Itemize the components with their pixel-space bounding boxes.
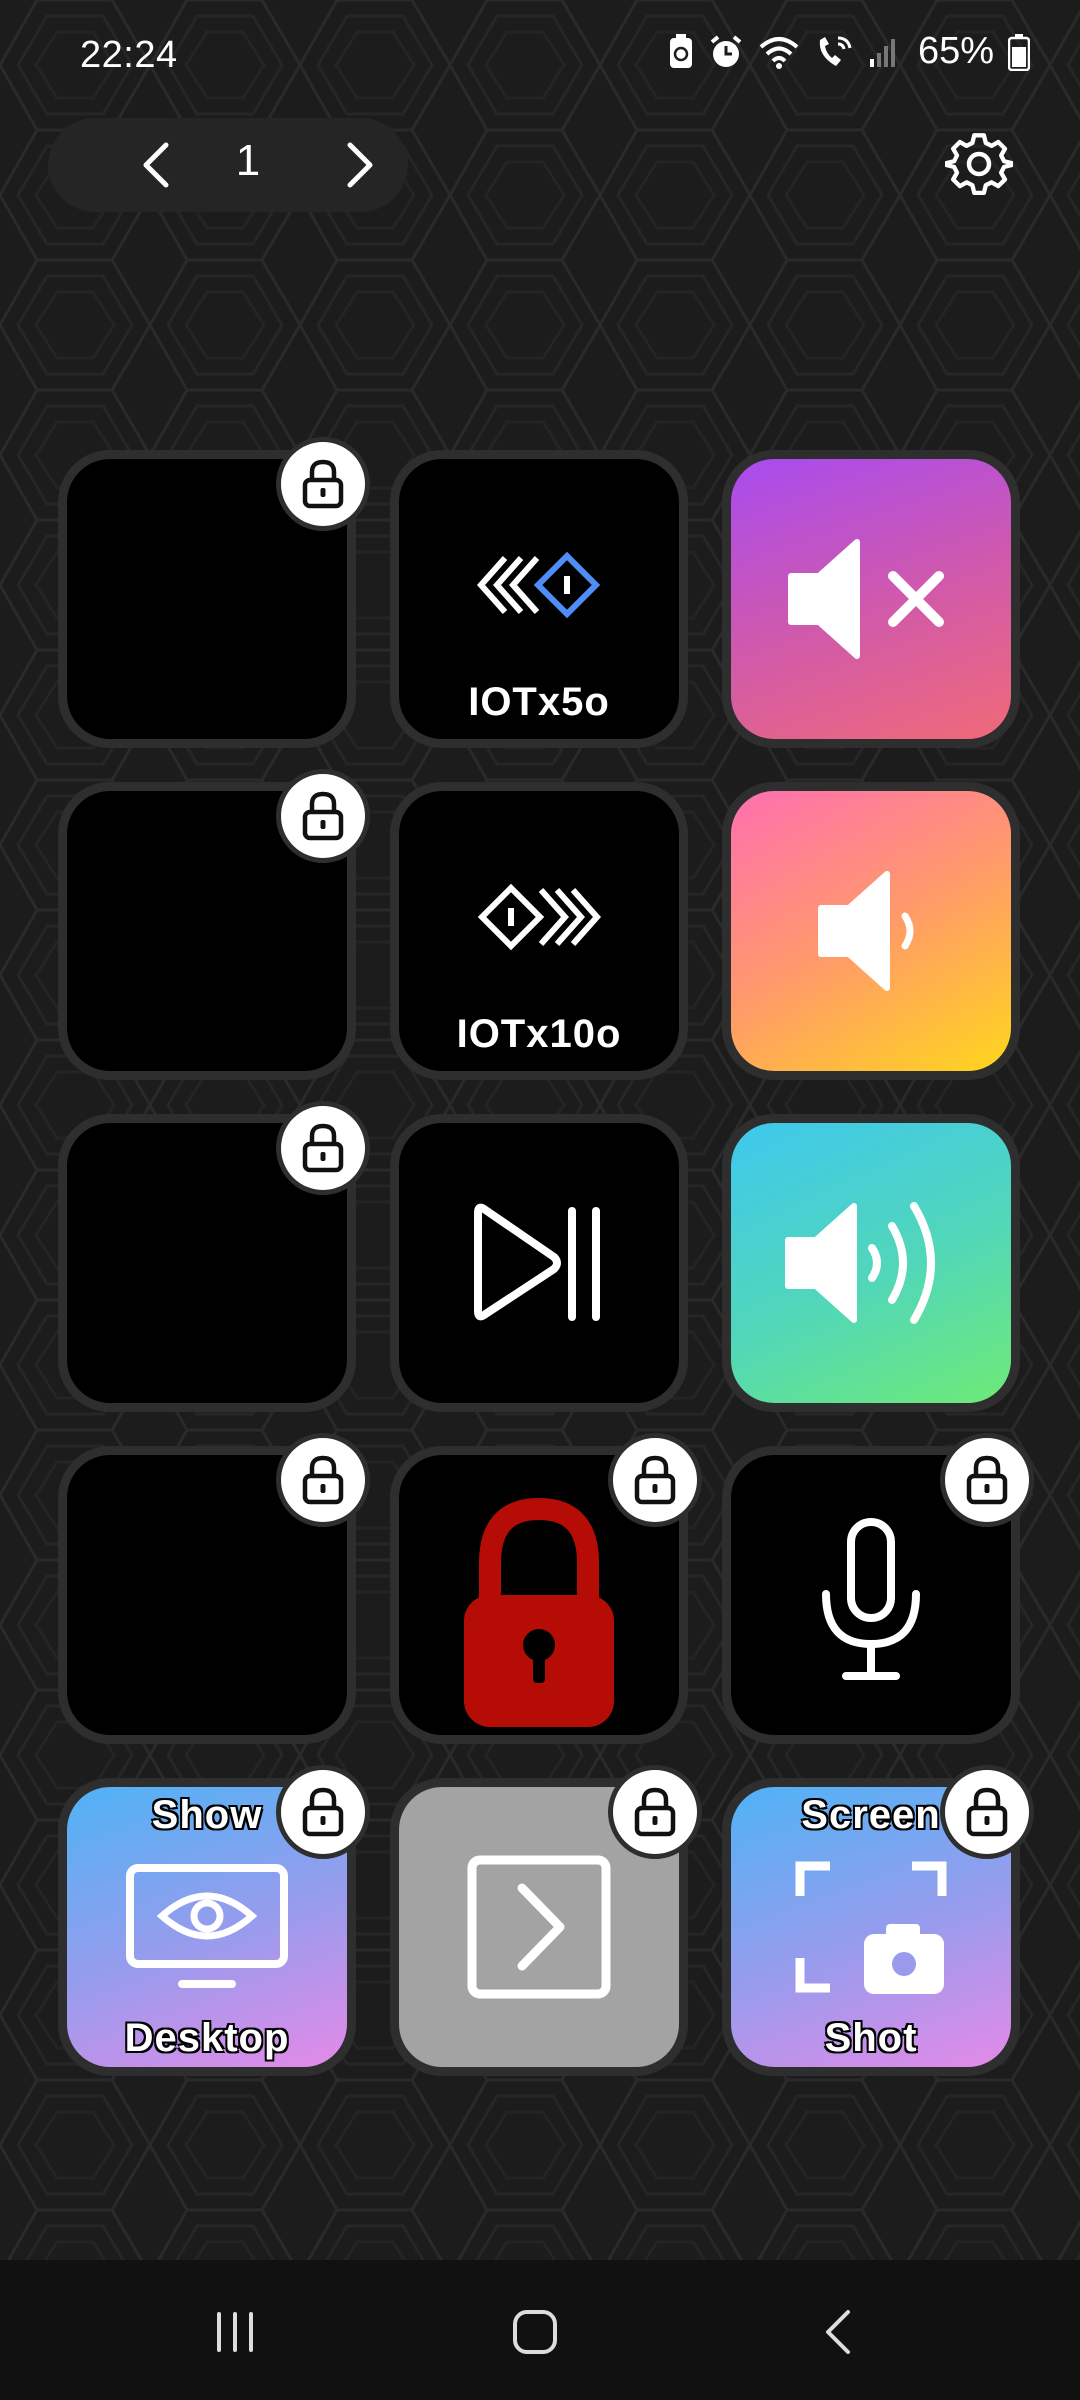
lock-badge-r5c3[interactable] [940,1765,1034,1859]
lock-badge-r3c1[interactable] [276,1101,370,1195]
tile-iotx5o[interactable]: IOTx5o [390,450,688,748]
system-navigation-bar [0,2260,1080,2400]
forward-diamond-icon [477,883,602,951]
wifi-icon [759,36,799,69]
terminal-chevron-icon [467,1855,611,1999]
lock-icon [302,1123,344,1173]
lock-badge-r5c1[interactable] [276,1765,370,1859]
tile-volume-up[interactable] [722,1114,1020,1412]
status-time: 22:24 [80,34,178,76]
back-icon[interactable] [810,2302,870,2362]
battery-icon [1008,33,1030,71]
lock-icon [634,1455,676,1505]
lock-icon [966,1787,1008,1837]
lock-icon [302,1787,344,1837]
lock-icon [302,1455,344,1505]
volume-low-icon [818,871,914,991]
padlock-icon [464,1497,614,1727]
chevron-left-icon[interactable] [128,135,188,195]
tile-label: IOTx5o [468,680,610,724]
gear-icon[interactable] [945,130,1013,198]
play-pause-icon [474,1203,600,1321]
screenshot-icon [795,1861,947,1994]
lock-icon [302,459,344,509]
lock-icon [302,791,344,841]
lock-icon [634,1787,676,1837]
lock-icon [966,1455,1008,1505]
battery-percentage: 65% [917,30,994,72]
tile-label-bottom: Shot [824,2016,918,2060]
tile-label-bottom: Desktop [124,2016,290,2060]
tile-play-pause[interactable] [390,1114,688,1412]
page-navigator: 1 [48,118,408,212]
lock-badge-r1c1[interactable] [276,437,370,531]
recents-icon[interactable] [205,2302,265,2362]
chevron-right-icon[interactable] [328,135,388,195]
home-icon[interactable] [505,2302,565,2362]
tile-volume-down[interactable] [722,782,1020,1080]
page-number: 1 [235,136,261,185]
lock-badge-r2c1[interactable] [276,769,370,863]
battery-saver-icon [669,33,692,68]
mute-icon [788,539,944,659]
monitor-eye-icon [126,1864,288,1988]
lock-badge-r4c2[interactable] [608,1433,702,1527]
tile-mute[interactable] [722,450,1020,748]
lock-badge-r4c1[interactable] [276,1433,370,1527]
signal-icon [869,38,895,67]
alarm-icon [710,34,742,67]
tile-label: IOTx10o [456,1012,622,1056]
wifi-calling-icon [819,36,852,66]
volume-high-icon [785,1202,935,1324]
status-bar: 22:24 65% [0,0,1080,112]
status-icons: 65% [668,30,1030,73]
tile-iotx10o[interactable]: IOTx10o [390,782,688,1080]
rewind-diamond-icon [476,551,601,619]
lock-badge-r5c2[interactable] [608,1765,702,1859]
lock-badge-r4c3[interactable] [940,1433,1034,1527]
microphone-icon [822,1517,920,1680]
